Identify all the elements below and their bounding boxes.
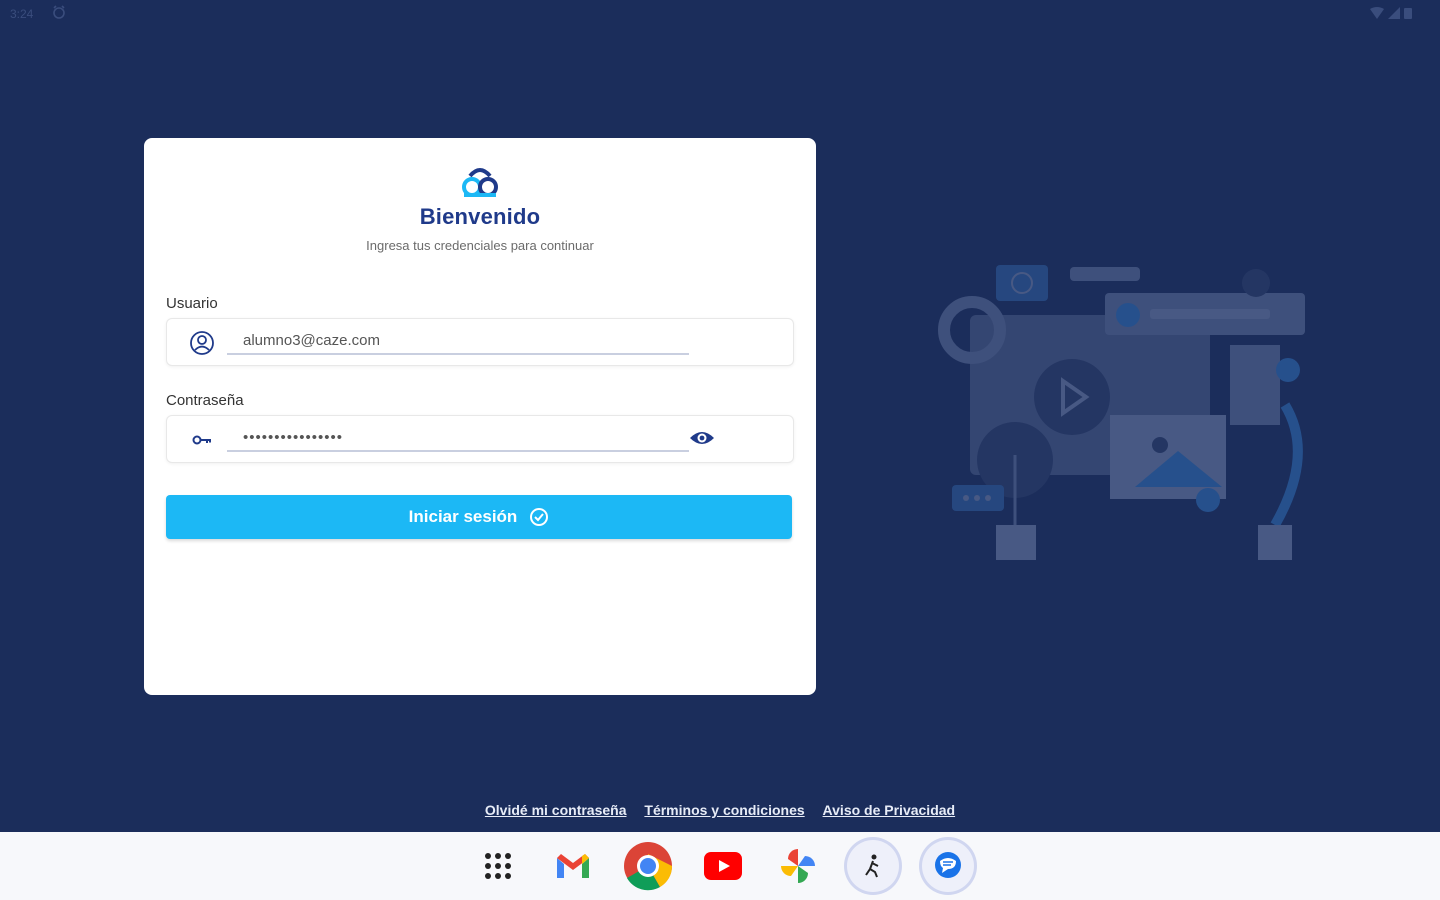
app-grid-icon bbox=[485, 853, 511, 879]
eye-icon[interactable] bbox=[689, 428, 715, 448]
gmail-icon bbox=[557, 854, 589, 878]
messages-button[interactable] bbox=[922, 840, 974, 892]
app-launcher-button[interactable] bbox=[472, 840, 524, 892]
privacy-link[interactable]: Aviso de Privacidad bbox=[823, 802, 956, 818]
forgot-password-link[interactable]: Olvidé mi contraseña bbox=[485, 802, 627, 818]
password-input[interactable] bbox=[227, 424, 689, 452]
password-field bbox=[166, 415, 794, 463]
footer-links: Olvidé mi contraseña Términos y condicio… bbox=[0, 802, 1440, 818]
status-time: 3:24 bbox=[10, 7, 34, 21]
username-label: Usuario bbox=[166, 295, 218, 312]
user-icon bbox=[190, 331, 214, 355]
dock bbox=[472, 840, 974, 892]
chrome-icon bbox=[624, 842, 673, 891]
running-figure-icon bbox=[865, 854, 879, 878]
page-subtitle: Ingresa tus credenciales para continuar bbox=[366, 238, 594, 253]
chat-bubble-icon bbox=[935, 852, 961, 878]
alarm-icon bbox=[53, 5, 65, 19]
password-label: Contraseña bbox=[166, 392, 244, 409]
battery-icon bbox=[1404, 8, 1412, 19]
page-title: Bienvenido bbox=[419, 204, 541, 229]
workspace-illustration bbox=[938, 265, 1305, 560]
wifi-icon bbox=[1370, 7, 1384, 19]
check-circle-icon bbox=[530, 508, 549, 526]
app-shortcut-button[interactable] bbox=[847, 840, 899, 892]
status-bar: 3:24 bbox=[0, 0, 1440, 28]
cloud-logo-icon bbox=[462, 168, 498, 197]
chrome-button[interactable] bbox=[622, 840, 674, 892]
username-input[interactable] bbox=[227, 327, 689, 355]
login-button[interactable]: Iniciar sesión bbox=[166, 495, 792, 539]
photos-pinwheel-icon bbox=[781, 849, 815, 883]
terms-link[interactable]: Términos y condiciones bbox=[644, 802, 804, 818]
status-icons bbox=[1370, 7, 1412, 19]
youtube-button[interactable] bbox=[697, 840, 749, 892]
photos-button[interactable] bbox=[772, 840, 824, 892]
username-field bbox=[166, 318, 794, 366]
login-button-label: Iniciar sesión bbox=[408, 507, 518, 526]
youtube-icon bbox=[704, 852, 742, 880]
login-card: Bienvenido Ingresa tus credenciales para… bbox=[144, 138, 816, 695]
signal-icon bbox=[1388, 7, 1400, 19]
taskbar bbox=[0, 832, 1440, 900]
gmail-button[interactable] bbox=[547, 840, 599, 892]
key-icon bbox=[192, 435, 211, 445]
